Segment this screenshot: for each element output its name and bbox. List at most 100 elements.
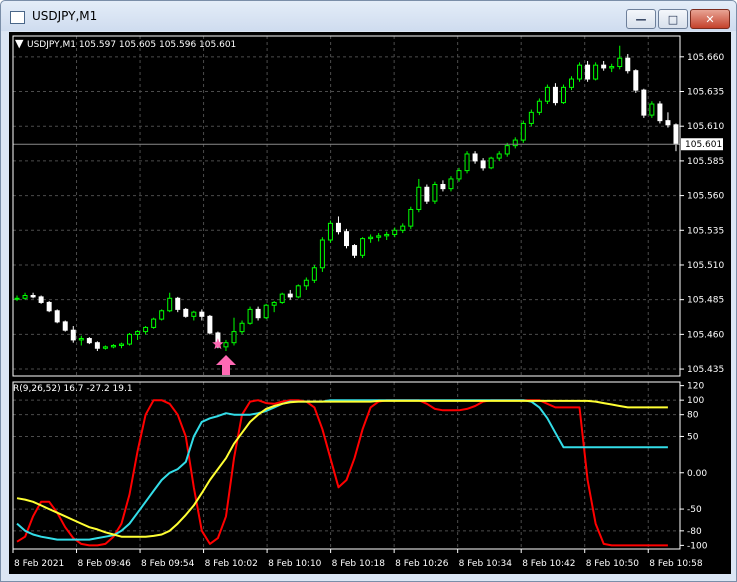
bearish-candle xyxy=(86,338,92,344)
title-bar[interactable]: USDJPY,M1 — □ ✕ xyxy=(1,1,736,31)
price-axis-label: 105.535 xyxy=(687,226,724,236)
bullish-candle xyxy=(569,78,575,88)
minimize-button[interactable]: — xyxy=(626,9,656,29)
bullish-candle xyxy=(159,310,165,320)
bullish-candle xyxy=(247,308,253,324)
bullish-candle xyxy=(384,233,390,237)
bullish-candle xyxy=(102,346,108,349)
maximize-button[interactable]: □ xyxy=(658,9,688,29)
price-axis-label: 105.610 xyxy=(687,122,724,132)
indicator-axis-label: -80 xyxy=(687,527,702,537)
bullish-candle xyxy=(360,238,366,256)
bullish-candle xyxy=(512,139,518,147)
window-title: USDJPY,M1 xyxy=(32,9,98,23)
indicator-axis-label: 0.00 xyxy=(687,469,707,479)
x-axis-label: 8 Feb 09:54 xyxy=(141,559,195,569)
bearish-candle xyxy=(601,64,607,69)
bearish-candle xyxy=(183,308,189,317)
bullish-candle xyxy=(496,153,502,159)
bullish-candle xyxy=(327,222,333,241)
bullish-candle xyxy=(593,64,599,80)
bearish-candle xyxy=(70,329,76,341)
price-axis-label: 105.560 xyxy=(687,192,724,202)
bullish-candle xyxy=(223,342,229,348)
bearish-candle xyxy=(38,296,44,303)
bullish-candle xyxy=(609,66,615,69)
indicator-panel-info: R(9,26,52) 16.7 -27.2 19.1 xyxy=(13,384,133,394)
bullish-candle xyxy=(303,279,309,287)
bullish-candle xyxy=(617,57,623,68)
chart-canvas[interactable]: 105.601 8 Feb 2021 8 Feb 09:46 8 Feb 09:54… xyxy=(9,32,731,574)
bearish-candle xyxy=(199,311,205,317)
bullish-candle xyxy=(649,103,655,116)
bearish-candle xyxy=(552,86,558,104)
indicator-axis-label: 120 xyxy=(687,382,704,392)
bearish-candle xyxy=(673,124,679,145)
bearish-candle xyxy=(641,89,647,116)
bearish-candle xyxy=(625,57,631,72)
bearish-candle xyxy=(94,342,100,349)
indicator-axis-label: 80 xyxy=(687,411,699,421)
bullish-candle xyxy=(368,236,374,240)
bullish-candle xyxy=(135,331,141,335)
bullish-candle xyxy=(167,297,173,312)
bullish-candle xyxy=(544,86,550,102)
close-button[interactable]: ✕ xyxy=(690,9,730,29)
chart-window: USDJPY,M1 — □ ✕ 105.601 8 Feb 2021 8 Feb … xyxy=(0,0,737,582)
bearish-candle xyxy=(287,293,293,298)
bullish-candle xyxy=(464,153,470,172)
bearish-candle xyxy=(46,301,52,312)
bearish-candle xyxy=(633,70,639,91)
bullish-candle xyxy=(127,333,133,345)
indicator-axis-label: 50 xyxy=(687,432,699,442)
chart-app-icon xyxy=(10,11,25,24)
bearish-candle xyxy=(585,64,591,80)
bullish-candle xyxy=(448,178,454,190)
bearish-candle xyxy=(352,245,358,256)
bullish-candle xyxy=(311,267,317,281)
bearish-candle xyxy=(335,222,341,233)
bearish-candle xyxy=(175,297,181,310)
price-axis-label: 105.485 xyxy=(687,296,724,306)
bearish-candle xyxy=(207,315,213,334)
bearish-candle xyxy=(657,103,663,122)
chart-area[interactable]: 105.601 8 Feb 2021 8 Feb 09:46 8 Feb 09:54… xyxy=(9,32,731,574)
price-panel-menu-icon[interactable]: ▼ xyxy=(15,37,24,50)
bullish-candle xyxy=(319,239,325,269)
bullish-candle xyxy=(143,326,149,333)
x-axis-label: 8 Feb 10:10 xyxy=(268,559,322,569)
bullish-candle xyxy=(263,304,269,319)
bullish-candle xyxy=(376,235,382,238)
bearish-candle xyxy=(472,153,478,162)
bullish-candle xyxy=(416,186,422,210)
bearish-candle xyxy=(665,120,671,126)
x-axis-label: 8 Feb 2021 xyxy=(14,559,64,569)
close-icon: ✕ xyxy=(705,12,715,26)
indicator-axis-label: -50 xyxy=(687,505,702,515)
bullish-candle xyxy=(488,157,494,169)
bullish-candle xyxy=(239,322,245,333)
x-axis-label: 8 Feb 10:34 xyxy=(459,559,513,569)
bullish-candle xyxy=(456,170,462,180)
bearish-candle xyxy=(62,321,68,331)
price-axis-label: 105.635 xyxy=(687,88,724,98)
bearish-candle xyxy=(424,186,430,202)
bullish-candle xyxy=(528,111,534,124)
bearish-candle xyxy=(255,308,261,319)
bearish-candle xyxy=(440,183,446,190)
bullish-candle xyxy=(504,145,510,155)
bullish-candle xyxy=(191,311,197,317)
minimize-icon: — xyxy=(635,12,647,26)
maximize-icon: □ xyxy=(667,12,679,26)
bullish-candle xyxy=(408,208,414,227)
bullish-candle xyxy=(22,295,28,299)
price-axis-label: 105.460 xyxy=(687,330,724,340)
bullish-candle xyxy=(400,225,406,231)
price-axis-label: 105.510 xyxy=(687,261,724,271)
bullish-candle xyxy=(432,183,438,202)
bullish-candle xyxy=(78,338,84,341)
x-axis-label: 8 Feb 09:46 xyxy=(78,559,132,569)
bullish-candle xyxy=(295,285,301,298)
price-axis-label: 105.660 xyxy=(687,53,724,63)
bullish-candle xyxy=(231,331,237,344)
